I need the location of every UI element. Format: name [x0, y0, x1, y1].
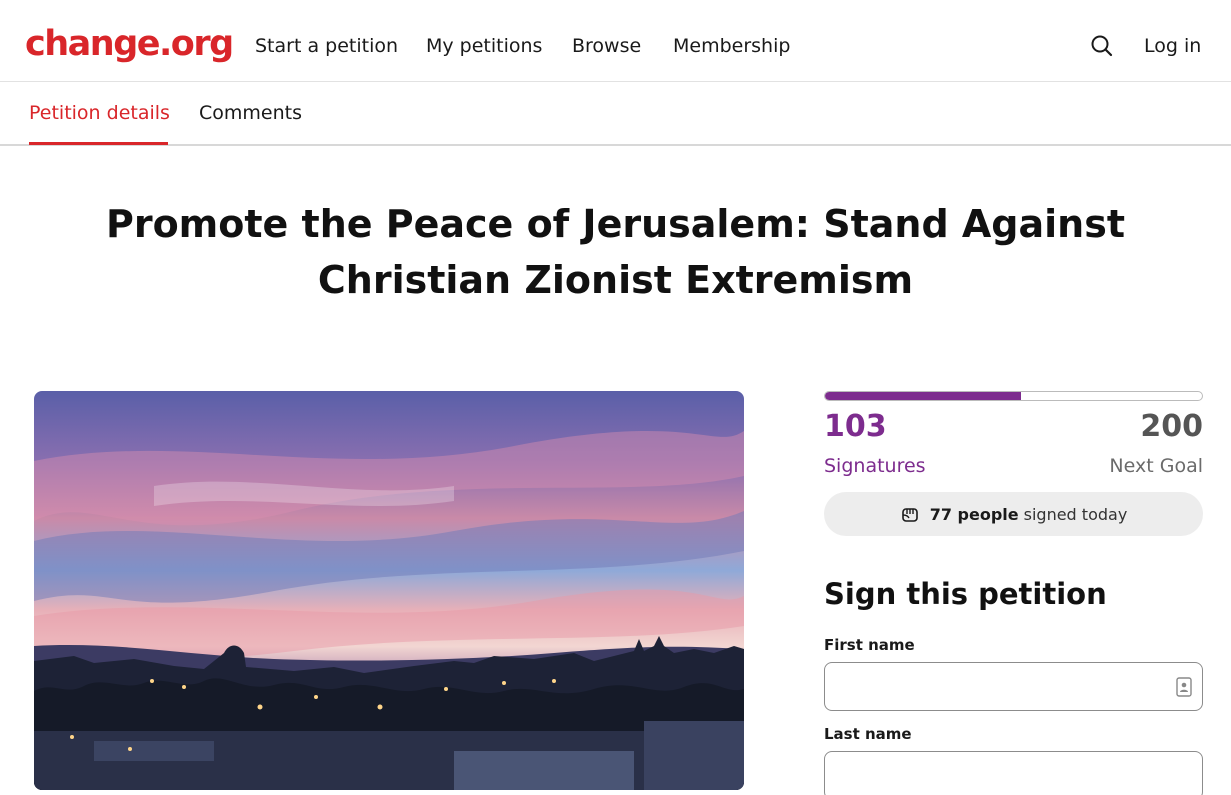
- petition-title: Promote the Peace of Jerusalem: Stand Ag…: [105, 202, 1125, 302]
- signed-today-badge: 77 people signed today: [824, 492, 1203, 536]
- signatures-label: Signatures: [824, 455, 926, 477]
- goal-count: 200: [1140, 409, 1203, 444]
- login-link[interactable]: Log in: [1144, 33, 1201, 59]
- petition-tabs: Petition details Comments: [0, 82, 1231, 146]
- nav-browse[interactable]: Browse: [572, 33, 641, 59]
- signature-progress-bar: [824, 391, 1203, 401]
- tab-comments[interactable]: Comments: [199, 100, 302, 126]
- petition-image: [34, 391, 744, 790]
- first-name-input[interactable]: [825, 663, 1202, 710]
- next-goal-label: Next Goal: [1109, 455, 1203, 477]
- change-org-logo[interactable]: change.org: [25, 22, 234, 66]
- signature-progress-fill: [825, 392, 1022, 400]
- signed-today-count: 77 people: [929, 504, 1019, 524]
- top-navigation-bar: change.org Start a petition My petitions…: [0, 0, 1231, 82]
- fist-icon: [900, 504, 920, 524]
- sign-petition-heading: Sign this petition: [824, 577, 1107, 611]
- first-name-field-wrapper: [824, 662, 1203, 711]
- signature-count: 103: [824, 409, 887, 444]
- nav-start-a-petition[interactable]: Start a petition: [255, 33, 398, 59]
- last-name-field-wrapper: [824, 751, 1203, 795]
- active-tab-indicator: [29, 142, 168, 145]
- search-icon[interactable]: [1089, 33, 1115, 59]
- nav-membership[interactable]: Membership: [673, 33, 790, 59]
- nav-my-petitions[interactable]: My petitions: [426, 33, 542, 59]
- contact-card-icon[interactable]: [1176, 677, 1192, 697]
- signed-today-text: signed today: [1023, 504, 1128, 524]
- tab-petition-details[interactable]: Petition details: [29, 100, 170, 126]
- last-name-label: Last name: [824, 725, 912, 743]
- last-name-input[interactable]: [825, 752, 1202, 795]
- first-name-label: First name: [824, 636, 915, 654]
